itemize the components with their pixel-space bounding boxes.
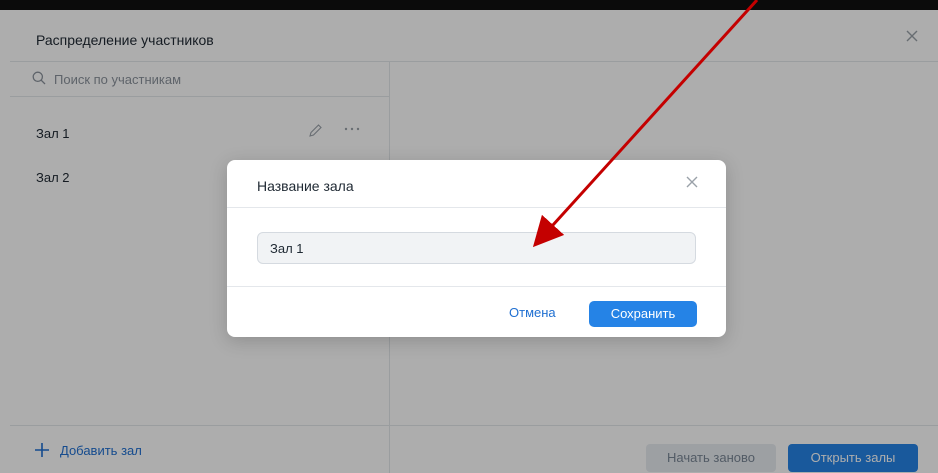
close-icon[interactable]	[684, 174, 700, 190]
dialog-close-glyph	[686, 176, 698, 188]
cancel-button[interactable]: Отмена	[509, 301, 556, 325]
dialog-footer: Отмена Сохранить	[227, 286, 726, 337]
hall-name-dialog: Название зала Отмена Сохранить	[227, 160, 726, 337]
dialog-header: Название зала	[227, 160, 726, 208]
screen: Распределение участников Зал 1	[0, 0, 938, 473]
hall-name-input[interactable]	[257, 232, 696, 264]
dialog-title: Название зала	[257, 178, 354, 194]
save-button[interactable]: Сохранить	[589, 301, 697, 327]
